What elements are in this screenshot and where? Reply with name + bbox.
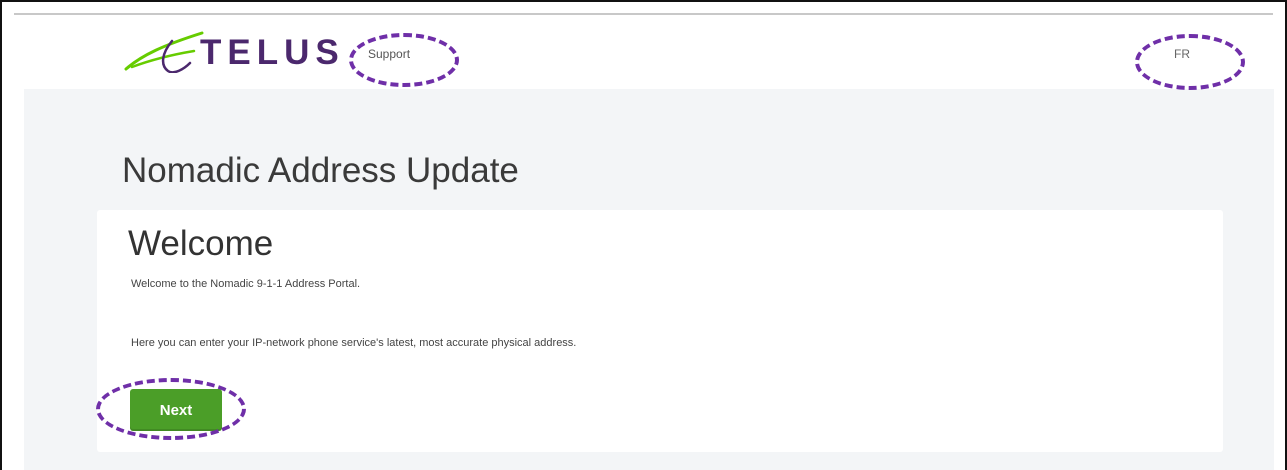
page-title: Nomadic Address Update <box>122 151 519 190</box>
language-toggle-fr[interactable]: FR <box>1174 47 1190 61</box>
card-detail-text: Here you can enter your IP-network phone… <box>131 337 577 349</box>
site-header: TELUS Support FR <box>24 15 1274 89</box>
telus-leaf-logo-icon <box>124 31 204 73</box>
support-link[interactable]: Support <box>368 47 410 61</box>
card-intro-text: Welcome to the Nomadic 9-1-1 Address Por… <box>131 278 361 290</box>
card-title: Welcome <box>128 224 274 263</box>
brand-logo-text: TELUS <box>200 33 345 72</box>
next-button[interactable]: Next <box>130 389 222 431</box>
